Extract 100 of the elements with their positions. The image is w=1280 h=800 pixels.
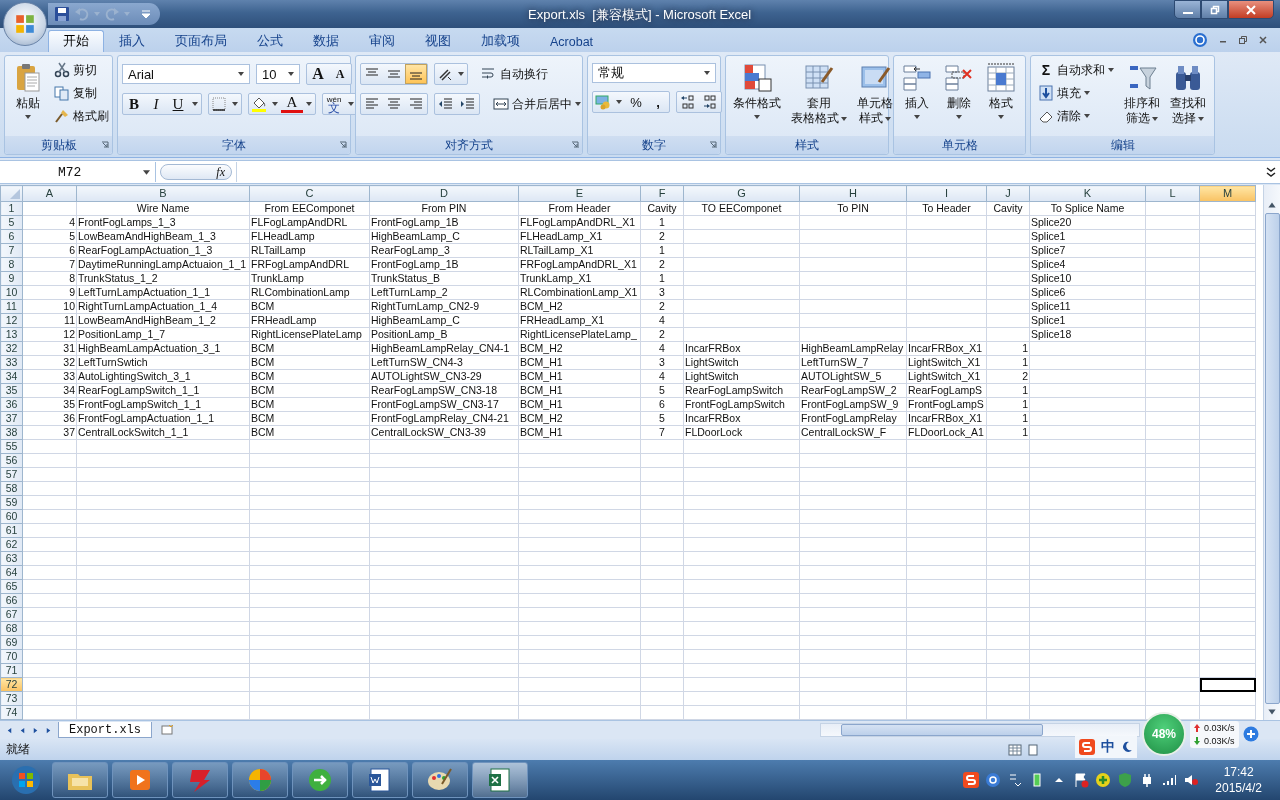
font-color-button[interactable]: A	[281, 95, 303, 113]
input-mode-label[interactable]: 中	[1101, 738, 1115, 756]
number-format-field[interactable]: 常规	[592, 63, 716, 83]
dropdown-button[interactable]	[434, 63, 468, 85]
moon-icon[interactable]	[1121, 741, 1133, 753]
input-method-logo-icon[interactable]	[1079, 739, 1095, 755]
save-icon[interactable]	[54, 6, 70, 22]
insert-cells-button[interactable]: 插入	[898, 60, 936, 121]
column-header[interactable]: B	[76, 185, 250, 202]
find-select-button[interactable]: 查找和 选择	[1167, 60, 1209, 128]
underline-button[interactable]: U	[167, 94, 189, 114]
name-box[interactable]: M72	[0, 162, 156, 182]
grow-font-button[interactable]: A	[307, 64, 329, 84]
ribbon-tab[interactable]: 插入	[104, 30, 160, 52]
page-layout-icon[interactable]	[1026, 743, 1040, 756]
expand-icon[interactable]	[1265, 166, 1277, 178]
format-painter-button[interactable]: 格式刷	[51, 106, 112, 126]
fill-color-icon[interactable]	[251, 96, 267, 112]
clock-date[interactable]: 2015/4/2	[1215, 780, 1262, 796]
dialog-launcher-icon[interactable]	[339, 141, 347, 149]
autosum-button[interactable]: Σ 自动求和	[1035, 60, 1117, 80]
percent-button[interactable]: %	[625, 92, 647, 112]
italic-button[interactable]: I	[145, 94, 167, 114]
table-cell: IncarFRBox_X1	[906, 411, 987, 426]
ribbon-tab[interactable]: 页面布局	[160, 30, 242, 52]
column-header[interactable]: G	[683, 185, 800, 202]
column-header[interactable]: E	[518, 185, 641, 202]
ribbon-tab[interactable]: 加载项	[466, 30, 535, 52]
column-header[interactable]: H	[799, 185, 907, 202]
cut-button[interactable]: 剪切	[51, 60, 112, 80]
font-size-field[interactable]: 10	[256, 64, 300, 84]
taskbar-app-button[interactable]	[172, 762, 228, 798]
restore-button[interactable]	[1201, 0, 1228, 19]
dropdown-button[interactable]	[208, 93, 242, 115]
help-tray-icon[interactable]	[985, 772, 1002, 788]
column-header[interactable]: I	[906, 185, 987, 202]
dialog-launcher-icon[interactable]	[709, 141, 717, 149]
clock-time[interactable]: 17:42	[1223, 764, 1254, 780]
ribbon-tab[interactable]: Acrobat	[535, 30, 609, 52]
customize-caret-icon[interactable]	[142, 10, 150, 18]
ribbon-tab[interactable]: 视图	[410, 30, 466, 52]
dialog-launcher-icon[interactable]	[101, 141, 109, 149]
word-app-button[interactable]	[352, 762, 408, 798]
sheet-tab[interactable]: Export.xls	[58, 722, 152, 738]
table-cell: 1	[986, 383, 1030, 398]
borders-icon[interactable]	[211, 96, 227, 112]
scroll-thumb[interactable]	[841, 724, 1043, 736]
bold-button[interactable]: B	[123, 94, 145, 114]
paint-app-button[interactable]	[412, 762, 468, 798]
volume-muted-icon[interactable]	[1183, 772, 1200, 788]
flag-tray-icon[interactable]	[1073, 772, 1090, 788]
delete-cells-button[interactable]: 删除	[940, 60, 978, 121]
column-header[interactable]: C	[249, 185, 370, 202]
wrap-text-button[interactable]: 自动换行	[478, 64, 551, 84]
fill-button[interactable]: 填充	[1035, 83, 1117, 103]
comma-button[interactable]: ,	[647, 92, 669, 112]
phonetic-button[interactable]: wén 文	[323, 94, 345, 114]
merge-center-button[interactable]: 合并后居中	[490, 94, 584, 114]
column-header[interactable]: M	[1199, 185, 1256, 202]
help-icon[interactable]	[1192, 32, 1208, 48]
vertical-align-button[interactable]	[405, 64, 427, 84]
plus-icon[interactable]	[1242, 726, 1259, 742]
ribbon-tab[interactable]: 数据	[298, 30, 354, 52]
ribbon-tab[interactable]: 开始	[48, 30, 104, 52]
sort-filter-button[interactable]: 排序和 筛选	[1121, 60, 1163, 128]
horizontal-scrollbar[interactable]	[820, 723, 1140, 737]
plus-tray-icon[interactable]	[1095, 772, 1112, 788]
normal-view-icon[interactable]	[1008, 743, 1022, 756]
ribbon-tab[interactable]: 审阅	[354, 30, 410, 52]
clear-button[interactable]: 清除	[1035, 106, 1117, 126]
browser-button[interactable]	[232, 762, 288, 798]
minimize-button[interactable]	[1174, 0, 1201, 19]
close-icon[interactable]	[1258, 35, 1268, 45]
column-header[interactable]: J	[986, 185, 1030, 202]
font-name-field[interactable]: Arial	[122, 64, 250, 84]
column-header[interactable]: A	[22, 185, 77, 202]
input-method-tray-icon[interactable]	[963, 772, 980, 788]
column-header[interactable]: K	[1029, 185, 1146, 202]
restore-icon[interactable]	[1238, 35, 1248, 45]
cell-cursor[interactable]	[1199, 677, 1256, 692]
language-tray-icon[interactable]	[1007, 772, 1024, 788]
file-explorer-button[interactable]	[52, 762, 108, 798]
dialog-launcher-icon[interactable]	[571, 141, 579, 149]
signal-icon[interactable]	[1161, 772, 1178, 788]
shrink-font-button[interactable]: A	[329, 64, 351, 84]
paste-button[interactable]: 粘贴	[9, 60, 47, 121]
function-button[interactable]: fx	[160, 164, 232, 180]
taskbar-app-button[interactable]	[292, 762, 348, 798]
column-header[interactable]: L	[1145, 185, 1200, 202]
table-format-button[interactable]: 套用 表格格式	[788, 60, 850, 128]
close-button[interactable]	[1228, 0, 1274, 19]
ribbon-tab[interactable]: 公式	[242, 30, 298, 52]
excel-app-button[interactable]	[472, 762, 528, 798]
conditional-format-button[interactable]: 条件格式	[730, 60, 784, 121]
text-orientation-icon[interactable]	[437, 66, 453, 82]
copy-button[interactable]: 复制	[51, 83, 112, 103]
format-cells-button[interactable]: 格式	[982, 60, 1020, 121]
column-header[interactable]: D	[369, 185, 519, 202]
media-player-button[interactable]	[112, 762, 168, 798]
column-header[interactable]: F	[640, 185, 684, 202]
